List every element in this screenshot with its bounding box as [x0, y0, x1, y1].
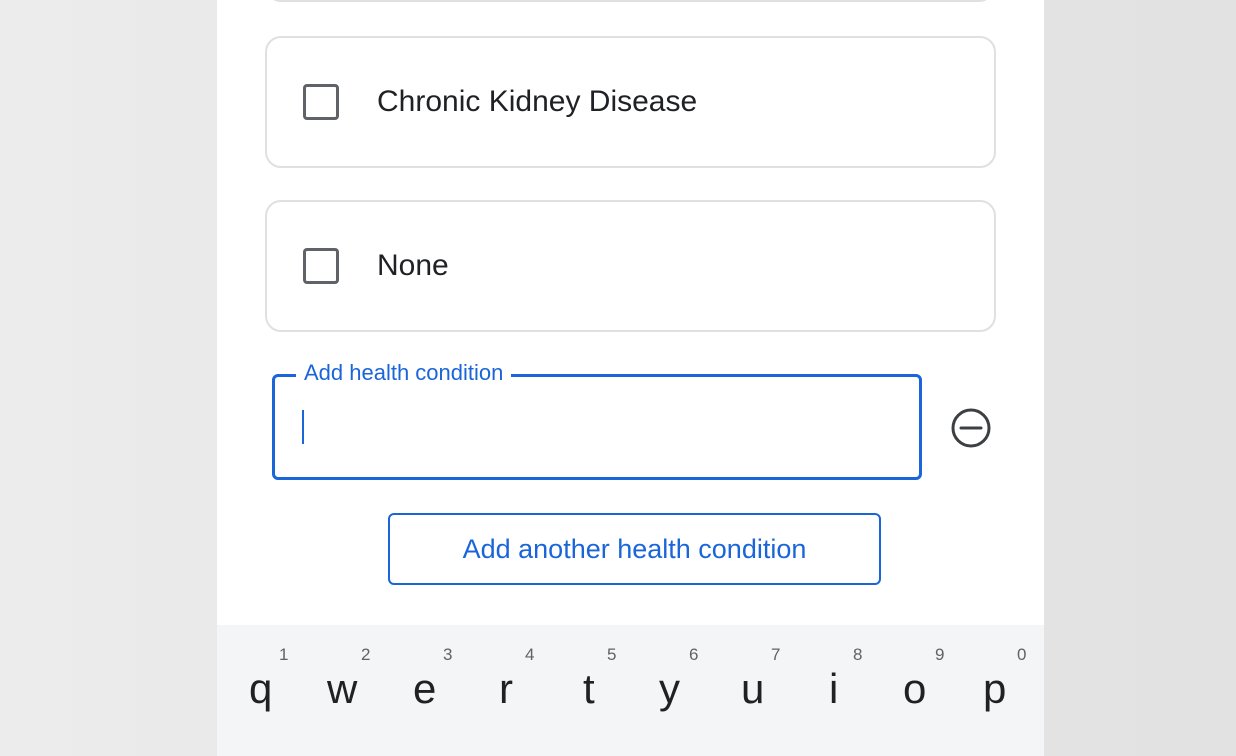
key-char: p — [983, 665, 1007, 712]
key-hint: 3 — [443, 645, 453, 664]
field-label: Add health condition — [296, 360, 512, 386]
add-another-condition-button[interactable]: Add another health condition — [388, 513, 881, 585]
key-char: w — [327, 665, 358, 712]
minus-circle-icon — [951, 408, 991, 448]
health-condition-field: Add health condition — [272, 360, 922, 480]
key-hint: 7 — [771, 645, 781, 664]
key-hint: 8 — [853, 645, 863, 664]
key-w[interactable]: 2 w — [327, 625, 409, 756]
key-hint: 1 — [279, 645, 289, 664]
previous-option-card[interactable] — [265, 0, 995, 2]
key-char: y — [659, 665, 680, 712]
option-chronic-kidney-disease[interactable]: Chronic Kidney Disease — [265, 36, 996, 168]
key-r[interactable]: 4 r — [491, 625, 573, 756]
key-hint: 9 — [935, 645, 945, 664]
key-q[interactable]: 1 q — [245, 625, 327, 756]
key-char: r — [499, 665, 513, 712]
key-char: t — [583, 665, 595, 712]
key-char: e — [413, 665, 437, 712]
key-hint: 0 — [1017, 645, 1027, 664]
form-screen: Chronic Kidney Disease None Add health c… — [217, 0, 1044, 756]
key-char: u — [741, 665, 765, 712]
option-label: Chronic Kidney Disease — [377, 85, 698, 118]
on-screen-keyboard: 1 q 2 w 3 e 4 r 5 t 6 y 7 u 8 i 9 o 0 p — [217, 625, 1044, 756]
key-p[interactable]: 0 p — [959, 625, 1041, 756]
remove-condition-button[interactable] — [949, 406, 993, 450]
text-cursor — [302, 410, 304, 444]
key-hint: 5 — [607, 645, 617, 664]
key-i[interactable]: 8 i — [819, 625, 901, 756]
key-t[interactable]: 5 t — [573, 625, 655, 756]
key-char: i — [829, 665, 839, 712]
checkbox[interactable] — [303, 84, 339, 120]
key-u[interactable]: 7 u — [737, 625, 819, 756]
key-hint: 4 — [525, 645, 535, 664]
key-char: q — [249, 665, 273, 712]
health-condition-input[interactable] — [298, 408, 888, 448]
key-hint: 2 — [361, 645, 371, 664]
key-hint: 6 — [689, 645, 699, 664]
option-none[interactable]: None — [265, 200, 996, 332]
option-label: None — [377, 249, 449, 282]
key-e[interactable]: 3 e — [409, 625, 491, 756]
checkbox[interactable] — [303, 248, 339, 284]
key-y[interactable]: 6 y — [655, 625, 737, 756]
